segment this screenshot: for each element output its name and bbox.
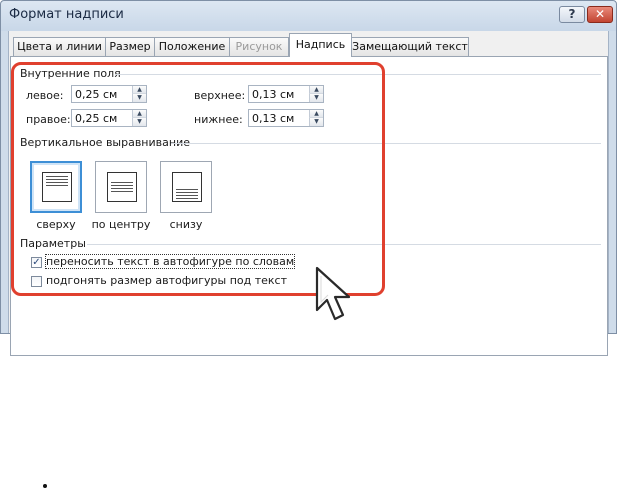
tab-picture: Рисунок <box>229 37 289 56</box>
spin-up-icon[interactable]: ▲ <box>309 86 323 94</box>
align-center-caption: по центру <box>91 218 151 231</box>
right-margin-label: правое: <box>26 113 71 126</box>
spin-down-icon[interactable]: ▼ <box>132 94 146 102</box>
parameters-heading: Параметры <box>20 237 86 250</box>
inner-margins-divider <box>115 74 601 75</box>
arrow-cursor-icon <box>315 266 351 321</box>
right-margin-input[interactable] <box>72 110 133 126</box>
tab-colors-and-lines[interactable]: Цвета и линии <box>13 37 106 56</box>
align-bottom-icon <box>172 172 202 202</box>
left-margin-input[interactable] <box>72 86 133 102</box>
help-button[interactable]: ? <box>559 6 585 23</box>
align-top-caption: сверху <box>36 218 76 231</box>
top-margin-arrows: ▲ ▼ <box>309 86 323 102</box>
align-bottom-button[interactable] <box>160 161 212 213</box>
format-textbox-dialog: Формат надписи ? ✕ Цвета и линии Размер … <box>0 0 617 356</box>
tab-size[interactable]: Размер <box>105 37 155 56</box>
bottom-margin-spinner: ▲ ▼ <box>248 109 324 127</box>
top-margin-label: верхнее: <box>194 89 246 102</box>
resize-to-fit-label[interactable]: подгонять размер автофигуры под текст <box>46 274 287 287</box>
bottom-margin-arrows: ▲ ▼ <box>309 110 323 126</box>
bullet-icon <box>43 484 47 488</box>
left-margin-spinner: ▲ ▼ <box>71 85 147 103</box>
left-margin-label: левое: <box>26 89 64 102</box>
left-margin-arrows: ▲ ▼ <box>132 86 146 102</box>
spin-up-icon[interactable]: ▲ <box>309 110 323 118</box>
spin-down-icon[interactable]: ▼ <box>309 94 323 102</box>
parameters-divider <box>87 244 601 245</box>
checkmark-icon: ✓ <box>32 257 41 268</box>
close-button[interactable]: ✕ <box>587 6 613 23</box>
resize-to-fit-checkbox[interactable] <box>31 276 42 287</box>
title-bar[interactable]: Формат надписи ? ✕ <box>1 1 616 31</box>
align-center-icon <box>107 172 137 202</box>
bottom-margin-label: нижнее: <box>194 113 243 126</box>
tab-textbox[interactable]: Надпись <box>289 33 352 57</box>
tab-alt-text[interactable]: Замещающий текст <box>351 37 469 56</box>
vertical-alignment-divider <box>171 143 601 144</box>
right-margin-spinner: ▲ ▼ <box>71 109 147 127</box>
textbox-tab-panel: Внутренние поля левое: ▲ ▼ правое: ▲ ▼ в… <box>10 56 608 356</box>
vertical-alignment-heading: Вертикальное выравнивание <box>20 136 190 149</box>
align-top-button[interactable] <box>30 161 82 213</box>
align-top-icon <box>42 172 72 202</box>
top-margin-input[interactable] <box>249 86 310 102</box>
spin-down-icon[interactable]: ▼ <box>309 118 323 126</box>
bottom-margin-input[interactable] <box>249 110 310 126</box>
word-wrap-label[interactable]: переносить текст в автофигуре по словам <box>44 254 296 269</box>
spin-up-icon[interactable]: ▲ <box>132 86 146 94</box>
spin-up-icon[interactable]: ▲ <box>132 110 146 118</box>
dialog-body: Цвета и линии Размер Положение Рисунок Н… <box>8 31 609 356</box>
right-margin-arrows: ▲ ▼ <box>132 110 146 126</box>
spin-down-icon[interactable]: ▼ <box>132 118 146 126</box>
align-bottom-caption: снизу <box>169 218 203 231</box>
inner-margins-heading: Внутренние поля <box>20 67 121 80</box>
window-title: Формат надписи <box>9 7 124 22</box>
align-center-button[interactable] <box>95 161 147 213</box>
tab-position[interactable]: Положение <box>154 37 230 56</box>
word-wrap-checkbox[interactable]: ✓ <box>31 257 42 268</box>
top-margin-spinner: ▲ ▼ <box>248 85 324 103</box>
